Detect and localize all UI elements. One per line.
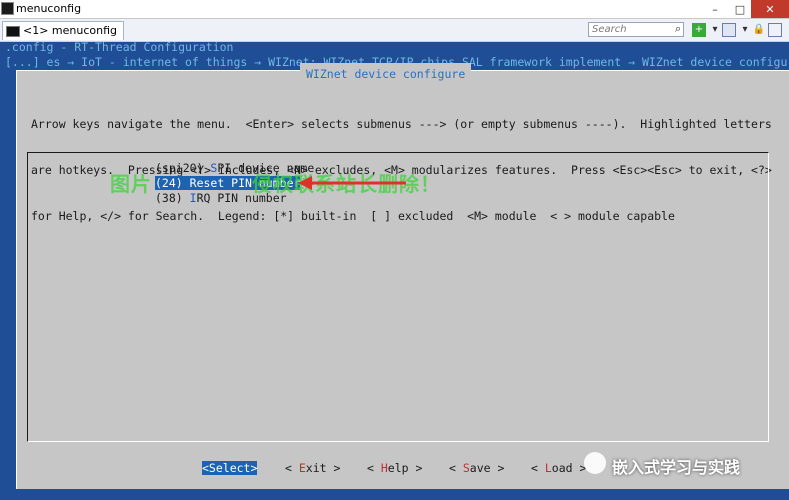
terminal-app-icon [1, 2, 14, 15]
btn-label: oad > [551, 461, 587, 475]
btn-bracket: < [531, 461, 545, 475]
btn-hotkey: E [298, 461, 306, 475]
minimize-button[interactable]: – [703, 0, 727, 18]
help-button[interactable]: < Help > [367, 461, 422, 475]
brand-watermark: 嵌入式学习与实践 [612, 458, 741, 477]
annotation-arrow-icon [298, 176, 406, 190]
wechat-icon [584, 452, 606, 474]
exit-button[interactable]: < Exit > [285, 461, 340, 475]
btn-label: elp > [387, 461, 423, 475]
btn-bracket: < [367, 461, 381, 475]
btn-bracket: < [285, 461, 299, 475]
title-bar: menuconfig – □ ✕ [0, 0, 789, 19]
tab-bar: <1> menuconfig Search [0, 19, 789, 42]
select-button[interactable]: <Select> [202, 461, 258, 475]
btn-hotkey: H [380, 461, 388, 475]
btn-hotkey: L [544, 461, 552, 475]
save-button[interactable]: < Save > [449, 461, 504, 475]
lock-icon[interactable]: 🔒 [752, 23, 766, 37]
search-input[interactable]: Search [588, 22, 684, 37]
layout-icon[interactable] [768, 23, 782, 37]
tab-label: <1> menuconfig [23, 24, 118, 37]
btn-label: ave > [469, 461, 505, 475]
btn-bracket: < [449, 461, 463, 475]
close-button[interactable]: ✕ [751, 0, 789, 18]
tab-menuconfig[interactable]: <1> menuconfig [2, 21, 124, 40]
btn-label: xit > [305, 461, 341, 475]
help-line: Arrow keys navigate the menu. <Enter> se… [31, 117, 772, 132]
dropdown-arrow-icon[interactable]: ▾ [708, 23, 722, 37]
config-title-line: .config - RT-Thread Configuration [5, 40, 234, 54]
load-button[interactable]: < Load > [531, 461, 586, 475]
maximize-button[interactable]: □ [728, 0, 752, 18]
new-console-icon[interactable]: + [692, 23, 706, 37]
search-icon[interactable]: ⌕ [675, 22, 681, 36]
select-label: <Select> [202, 461, 258, 475]
view-icon[interactable] [722, 23, 736, 37]
console-icon [6, 26, 20, 37]
view-dropdown-icon[interactable]: ▾ [738, 23, 752, 37]
dialog-title: WIZnet device configure [306, 67, 466, 81]
btn-hotkey: S [462, 461, 470, 475]
watermark-head: 图片 [110, 172, 152, 196]
window-title: menuconfig [16, 2, 82, 15]
dialog-title-box: WIZnet device configure [300, 63, 472, 81]
